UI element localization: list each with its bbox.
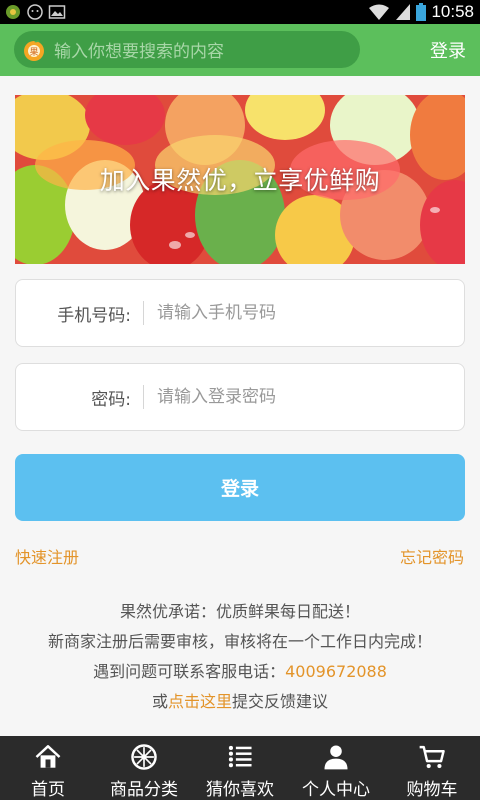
tab-cart[interactable]: 购物车 bbox=[384, 736, 480, 800]
tab-profile[interactable]: 个人中心 bbox=[288, 736, 384, 800]
header-bar: 果 输入你想要搜索的内容 登录 bbox=[0, 24, 480, 76]
promo-banner[interactable]: 加入果然优，立享优鲜购 bbox=[15, 95, 465, 264]
hotline-number[interactable]: 4009672088 bbox=[285, 662, 387, 681]
phone-label: 手机号码: bbox=[57, 305, 131, 326]
search-bar[interactable]: 果 输入你想要搜索的内容 bbox=[14, 31, 360, 68]
feedback-suffix: 提交反馈建议 bbox=[232, 692, 329, 711]
app-notification-icon bbox=[6, 5, 20, 19]
wifi-icon bbox=[369, 4, 390, 20]
field-divider bbox=[143, 385, 144, 409]
forgot-password-link[interactable]: 忘记密码 bbox=[400, 544, 464, 568]
feedback-prefix: 或 bbox=[151, 692, 168, 711]
fruit-logo-icon: 果 bbox=[24, 39, 44, 61]
tab-home-label: 首页 bbox=[31, 780, 65, 800]
banner-slogan: 加入果然优，立享优鲜购 bbox=[99, 166, 381, 195]
svg-text:果: 果 bbox=[29, 47, 38, 58]
home-icon bbox=[35, 745, 61, 768]
list-icon bbox=[228, 745, 252, 768]
battery-icon bbox=[416, 3, 427, 21]
status-bar: 10:58 bbox=[0, 0, 480, 24]
feedback-link[interactable]: 点击这里 bbox=[168, 692, 232, 711]
login-submit-button[interactable]: 登录 bbox=[15, 454, 465, 521]
signal-icon bbox=[396, 4, 411, 20]
contact-line: 遇到问题可联系客服电话：4009672088 bbox=[0, 657, 480, 687]
tab-home[interactable]: 首页 bbox=[0, 736, 96, 800]
quick-register-link[interactable]: 快速注册 bbox=[15, 544, 79, 568]
password-label: 密码: bbox=[91, 389, 131, 410]
image-notification-icon bbox=[48, 5, 66, 19]
tab-cart-label: 购物车 bbox=[406, 780, 458, 800]
review-line: 新商家注册后需要审核，审核将在一个工作日内完成！ bbox=[47, 632, 432, 651]
tab-recommend[interactable]: 猜你喜欢 bbox=[192, 736, 288, 800]
wheel-icon bbox=[131, 744, 157, 770]
clock-time: 10:58 bbox=[431, 2, 474, 21]
notice-text: 果然优承诺：优质鲜果每日配送！ 新商家注册后需要审核，审核将在一个工作日内完成！… bbox=[0, 597, 480, 717]
promise-line: 果然优承诺：优质鲜果每日配送！ bbox=[119, 602, 360, 621]
feedback-line: 或点击这里提交反馈建议 bbox=[0, 687, 480, 717]
search-input[interactable]: 输入你想要搜索的内容 bbox=[54, 37, 224, 62]
chat-notification-icon bbox=[27, 4, 43, 20]
header-login-button[interactable]: 登录 bbox=[430, 37, 466, 63]
tab-recommend-label: 猜你喜欢 bbox=[206, 780, 274, 800]
bottom-tab-bar: 首页 商品分类 猜你喜欢 个人中心 购物车 bbox=[0, 736, 480, 800]
person-icon bbox=[324, 745, 348, 770]
cart-icon bbox=[419, 745, 445, 769]
tab-categories[interactable]: 商品分类 bbox=[96, 736, 192, 800]
tab-categories-label: 商品分类 bbox=[110, 780, 178, 800]
password-field[interactable]: 密码: bbox=[15, 363, 465, 431]
phone-field[interactable]: 手机号码: bbox=[15, 279, 465, 347]
field-divider bbox=[143, 301, 144, 325]
phone-input[interactable] bbox=[157, 303, 437, 323]
contact-prefix: 遇到问题可联系客服电话： bbox=[93, 662, 286, 681]
password-input[interactable] bbox=[157, 387, 437, 407]
tab-profile-label: 个人中心 bbox=[302, 780, 370, 800]
